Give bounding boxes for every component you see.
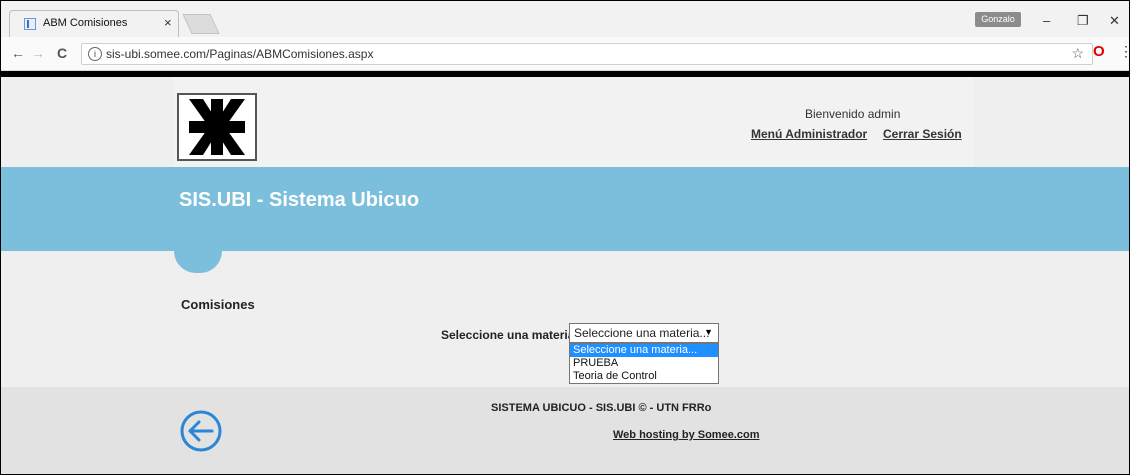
tab-close-icon[interactable]: × [164, 15, 172, 30]
option-prueba[interactable]: PRUEBA [570, 357, 718, 370]
option-placeholder[interactable]: Seleccione una materia... [570, 344, 718, 357]
restore-icon[interactable]: ❐ [1077, 13, 1089, 29]
back-arrow-circle-icon[interactable] [179, 409, 223, 453]
site-header: Bienvenido admin Menú Administrador Cerr… [1, 77, 1129, 167]
new-tab-button[interactable] [182, 14, 220, 34]
site-info-icon[interactable]: i [88, 47, 102, 61]
back-nav-icon[interactable]: ← [11, 45, 25, 61]
browser-menu-icon[interactable]: ⋮ [1119, 43, 1130, 60]
address-toolbar: ← → C i sis-ubi.somee.com/Paginas/ABMCom… [1, 37, 1129, 71]
materia-label: Seleccione una materia: [441, 328, 579, 342]
page-content: Bienvenido admin Menú Administrador Cerr… [1, 77, 1129, 474]
profile-badge[interactable]: Gonzalo [975, 12, 1021, 27]
option-teoria-de-control[interactable]: Teoria de Control [570, 370, 718, 383]
browser-window: ABM Comisiones × Gonzalo – ❐ ✕ ← → C i s… [0, 0, 1130, 475]
logout-link[interactable]: Cerrar Sesión [883, 127, 962, 141]
reload-icon[interactable]: C [57, 45, 67, 61]
main-content: Comisiones Seleccione una materia: Selec… [1, 251, 1129, 387]
tab-title: ABM Comisiones [43, 17, 128, 29]
bookmark-star-icon[interactable]: ☆ [1071, 45, 1084, 62]
page-favicon-icon [24, 18, 36, 30]
tab-abm-comisiones[interactable]: ABM Comisiones × [9, 10, 179, 38]
footer-text: SISTEMA UBICUO - SIS.UBI © - UTN FRRo [491, 402, 712, 414]
minimize-icon[interactable]: – [1043, 13, 1050, 28]
admin-menu-link[interactable]: Menú Administrador [751, 127, 867, 141]
select-value: Seleccione una materia... [574, 326, 710, 340]
forward-nav-icon[interactable]: → [31, 45, 45, 61]
site-title: SIS.UBI - Sistema Ubicuo [179, 189, 420, 211]
dropdown-arrow-icon: ▼ [704, 327, 713, 337]
utn-logo-icon [177, 93, 257, 161]
address-bar[interactable]: i sis-ubi.somee.com/Paginas/ABMComisione… [81, 43, 1093, 65]
opera-extension-icon[interactable]: O [1093, 43, 1105, 60]
tab-strip: ABM Comisiones × Gonzalo – ❐ ✕ [1, 1, 1129, 38]
header-inner [173, 77, 973, 167]
site-footer: SISTEMA UBICUO - SIS.UBI © - UTN FRRo We… [1, 387, 1129, 474]
window-close-icon[interactable]: ✕ [1109, 13, 1120, 29]
materia-select[interactable]: Seleccione una materia... ▼ [569, 323, 719, 343]
materia-dropdown-list: Seleccione una materia... PRUEBA Teoria … [569, 343, 719, 384]
section-title: Comisiones [181, 297, 255, 312]
title-banner: SIS.UBI - Sistema Ubicuo [1, 167, 1129, 251]
hosting-link[interactable]: Web hosting by Somee.com [613, 429, 760, 441]
welcome-text: Bienvenido admin [805, 107, 901, 121]
url-text[interactable]: sis-ubi.somee.com/Paginas/ABMComisiones.… [106, 47, 373, 61]
